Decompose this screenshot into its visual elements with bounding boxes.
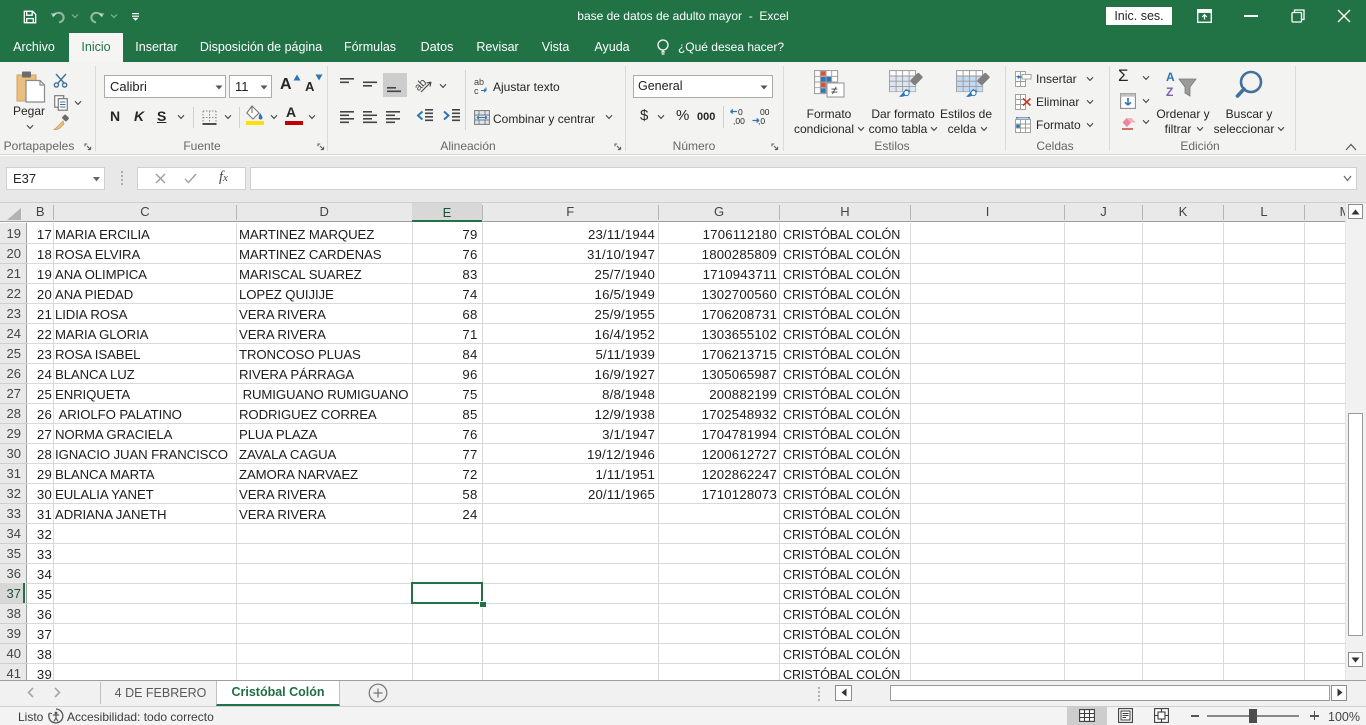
svg-text:,00: ,00: [733, 116, 745, 126]
svg-text:≠: ≠: [831, 84, 838, 98]
svg-text:Z: Z: [1166, 85, 1173, 99]
svg-text:c: c: [474, 86, 479, 96]
svg-text:A: A: [1166, 70, 1175, 84]
